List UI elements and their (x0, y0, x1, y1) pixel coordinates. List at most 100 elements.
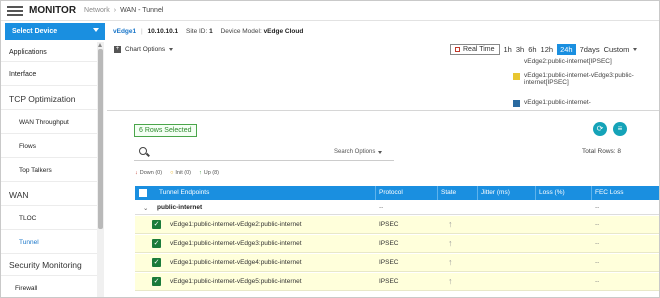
breadcrumb-network[interactable]: Network (84, 7, 110, 14)
range-6h[interactable]: 6h (528, 45, 536, 54)
sidebar-item-flows[interactable]: Flows (1, 136, 97, 158)
legend-swatch (513, 59, 520, 66)
range-1h[interactable]: 1h (504, 45, 512, 54)
legend-item[interactable]: vEdge1:public-internet-vEdge3:public-int… (513, 72, 643, 86)
menu-icon[interactable] (7, 5, 23, 16)
col-loss[interactable]: Loss (%) (539, 189, 565, 196)
chevron-down-icon[interactable] (633, 48, 638, 51)
arrow-up-icon: ↑ (448, 238, 453, 248)
row-checkbox[interactable]: ✓ (152, 277, 161, 286)
row-protocol: IPSEC (379, 221, 399, 228)
refresh-icon[interactable]: ⟳ (593, 122, 607, 136)
device-info: vEdge1 | 10.10.10.1 Site ID: 1 Device Mo… (113, 28, 304, 35)
table-header: Tunnel Endpoints Protocol State Jitter (… (135, 186, 659, 200)
row-protocol: IPSEC (379, 259, 399, 266)
chart-legend: vEdge2:public-internet[IPSEC] vEdge1:pub… (509, 58, 659, 110)
legend-item[interactable]: vEdge1:public-internet- (513, 99, 591, 107)
top-header: MONITOR Network › WAN - Tunnel (1, 1, 659, 21)
legend-label: vEdge1:public-internet-vEdge3:public-int… (524, 72, 634, 86)
list-icon[interactable]: ≡ (613, 122, 627, 136)
table-group-row[interactable]: ⌄ public-internet -- -- (135, 201, 659, 215)
search-icon (139, 147, 147, 155)
row-endpoint: vEdge1:public-internet-vEdge2:public-int… (170, 221, 302, 228)
sidebar-item-interface[interactable]: Interface (1, 64, 97, 86)
sidebar-item-tloc[interactable]: TLOC (1, 208, 97, 230)
sidebar-item-wan[interactable]: WAN (1, 184, 97, 206)
table-row[interactable]: ✓ vEdge1:public-internet-vEdge3:public-i… (135, 235, 659, 253)
arrow-up-icon: ↑ (448, 257, 453, 267)
row-protocol: IPSEC (379, 240, 399, 247)
row-checkbox[interactable]: ✓ (152, 239, 161, 248)
realtime-checkbox-icon (455, 47, 460, 52)
range-24h[interactable]: 24h (557, 44, 576, 55)
sidebar-item-top-talkers[interactable]: Top Talkers (1, 160, 97, 182)
select-device-button[interactable]: Select Device (5, 23, 105, 40)
breadcrumb-current: WAN - Tunnel (120, 7, 164, 14)
realtime-label: Real Time (463, 46, 495, 53)
row-fec-loss: -- (595, 221, 600, 228)
device-model: vEdge Cloud (263, 28, 304, 35)
status-up[interactable]: Up (8) (199, 170, 219, 176)
site-id: 1 (209, 28, 213, 35)
table-row[interactable]: ✓ vEdge1:public-internet-vEdge5:public-i… (135, 273, 659, 291)
sidebar-item-applications[interactable]: Applications (1, 44, 97, 62)
range-12h[interactable]: 12h (541, 45, 554, 54)
rows-selected-badge: 6 Rows Selected (134, 124, 197, 137)
sidebar-item-firewall[interactable]: Firewall (1, 278, 97, 297)
group-protocol: -- (379, 204, 384, 211)
sidebar-item-tcp-optimization[interactable]: TCP Optimization (1, 88, 97, 110)
status-down[interactable]: Down (0) (135, 170, 162, 176)
table-row[interactable]: ✓ vEdge1:public-internet-vEdge2:public-i… (135, 216, 659, 234)
range-7days[interactable]: 7days (580, 45, 600, 54)
status-init[interactable]: Init (0) (170, 170, 191, 176)
device-name: vEdge1 (113, 28, 137, 35)
row-endpoint: vEdge1:public-internet-vEdge4:public-int… (170, 259, 302, 266)
table-row[interactable]: ✓ vEdge1:public-internet-vEdge4:public-i… (135, 254, 659, 272)
col-fec-loss[interactable]: FEC Loss (595, 189, 624, 196)
select-device-label: Select Device (12, 28, 58, 35)
group-name: public-internet (157, 204, 203, 211)
search-options-label: Search Options (334, 149, 376, 155)
site-id-label: Site ID: (186, 28, 208, 35)
row-checkbox[interactable]: ✓ (152, 220, 161, 229)
sidebar-item-security-monitoring[interactable]: Security Monitoring (1, 254, 97, 276)
sidebar-item-wan-throughput[interactable]: WAN Throughput (1, 112, 97, 134)
app-window: MONITOR Network › WAN - Tunnel Select De… (0, 0, 660, 298)
arrow-up-icon: ↑ (448, 219, 453, 229)
legend-label: vEdge2:public-internet[IPSEC] (524, 58, 612, 65)
arrow-up-icon: ↑ (448, 276, 453, 286)
realtime-button[interactable]: Real Time (450, 44, 500, 55)
device-ip: 10.10.10.1 (147, 28, 179, 35)
legend-item[interactable]: vEdge2:public-internet[IPSEC] (513, 58, 612, 66)
device-model-label: Device Model: (220, 28, 262, 35)
row-endpoint: vEdge1:public-internet-vEdge5:public-int… (170, 278, 302, 285)
expand-icon: + (114, 46, 121, 53)
scroll-up-icon[interactable] (98, 43, 102, 47)
group-fec-loss: -- (595, 204, 600, 211)
total-rows: Total Rows: 8 (582, 148, 622, 155)
chevron-down-icon[interactable]: ⌄ (143, 204, 148, 212)
row-endpoint: vEdge1:public-internet-vEdge3:public-int… (170, 240, 302, 247)
select-all-checkbox[interactable] (139, 189, 147, 197)
main-panel: + Chart Options Real Time 1h 3h 6h 12h 2… (107, 42, 659, 297)
search-input[interactable]: Search Options (134, 144, 394, 161)
col-protocol[interactable]: Protocol (379, 189, 403, 196)
row-fec-loss: -- (595, 278, 600, 285)
section-divider (107, 110, 659, 111)
range-3h[interactable]: 3h (516, 45, 524, 54)
chart-options-label: Chart Options (125, 46, 166, 53)
sidebar-scroll-thumb[interactable] (98, 49, 103, 229)
col-tunnel-endpoints[interactable]: Tunnel Endpoints (159, 189, 209, 196)
status-filter: Down (0) Init (0) Up (8) (135, 170, 219, 176)
time-range-bar: Real Time 1h 3h 6h 12h 24h 7days Custom (450, 44, 638, 55)
chart-options-toggle[interactable]: + Chart Options (114, 46, 174, 53)
sidebar-item-tunnel[interactable]: Tunnel (1, 232, 97, 254)
breadcrumb-separator: › (113, 7, 117, 14)
chevron-down-icon (169, 48, 174, 51)
range-custom[interactable]: Custom (604, 45, 630, 54)
chevron-down-icon (93, 28, 99, 32)
search-options-dropdown[interactable]: Search Options (334, 149, 383, 155)
col-state[interactable]: State (441, 189, 456, 196)
row-checkbox[interactable]: ✓ (152, 258, 161, 267)
col-jitter[interactable]: Jitter (ms) (481, 189, 510, 196)
